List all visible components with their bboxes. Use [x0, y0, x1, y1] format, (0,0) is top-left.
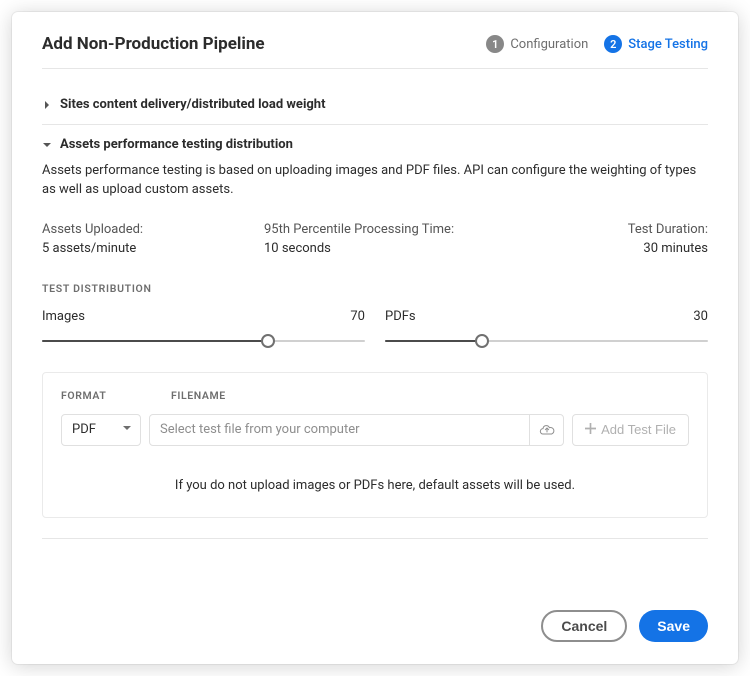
step-configuration[interactable]: 1 Configuration — [486, 35, 588, 53]
column-filename: FILENAME — [171, 389, 226, 402]
metric-test-duration: Test Duration: 30 minutes — [486, 222, 708, 256]
save-button[interactable]: Save — [639, 610, 708, 642]
metric-p95-time: 95th Percentile Processing Time: 10 seco… — [264, 222, 486, 256]
step-stage-testing[interactable]: 2 Stage Testing — [604, 35, 708, 53]
section-assets-performance[interactable]: Assets performance testing distribution — [42, 137, 708, 152]
slider-pdfs-value: 30 — [693, 309, 708, 324]
upload-note: If you do not upload images or PDFs here… — [61, 478, 689, 493]
slider-images[interactable]: Images 70 — [42, 309, 365, 348]
background-table-header: DEPLOYED CODE REPOSITORY BRANCH ENVIRONM… — [0, 0, 750, 6]
slider-thumb[interactable] — [475, 334, 489, 348]
section-sites-content-delivery[interactable]: Sites content delivery/distributed load … — [42, 97, 708, 112]
step-indicator: 1 Configuration 2 Stage Testing — [486, 35, 708, 53]
column-format: FORMAT — [61, 389, 141, 402]
slider-thumb[interactable] — [261, 334, 275, 348]
cancel-button[interactable]: Cancel — [541, 610, 627, 642]
slider-images-value: 70 — [350, 309, 365, 324]
file-input[interactable]: Select test file from your computer — [149, 414, 564, 446]
slider-pdfs[interactable]: PDFs 30 — [385, 309, 708, 348]
chevron-down-icon — [42, 140, 52, 150]
format-select[interactable]: PDF — [61, 414, 141, 446]
add-pipeline-dialog: Add Non-Production Pipeline 1 Configurat… — [12, 12, 738, 664]
file-placeholder: Select test file from your computer — [150, 415, 529, 445]
upload-cloud-icon[interactable] — [529, 415, 563, 445]
slider-pdfs-label: PDFs — [385, 309, 416, 324]
metric-assets-uploaded: Assets Uploaded: 5 assets/minute — [42, 222, 264, 256]
chevron-right-icon — [42, 100, 52, 110]
upload-panel: FORMAT FILENAME PDF Select test file fro… — [42, 372, 708, 518]
slider-images-label: Images — [42, 309, 85, 324]
plus-icon — [585, 422, 596, 437]
section-description: Assets performance testing is based on u… — [42, 162, 708, 200]
add-test-file-button[interactable]: Add Test File — [572, 414, 689, 446]
dialog-title: Add Non-Production Pipeline — [42, 34, 265, 54]
chevron-down-icon — [122, 422, 132, 437]
test-distribution-heading: TEST DISTRIBUTION — [42, 282, 708, 295]
